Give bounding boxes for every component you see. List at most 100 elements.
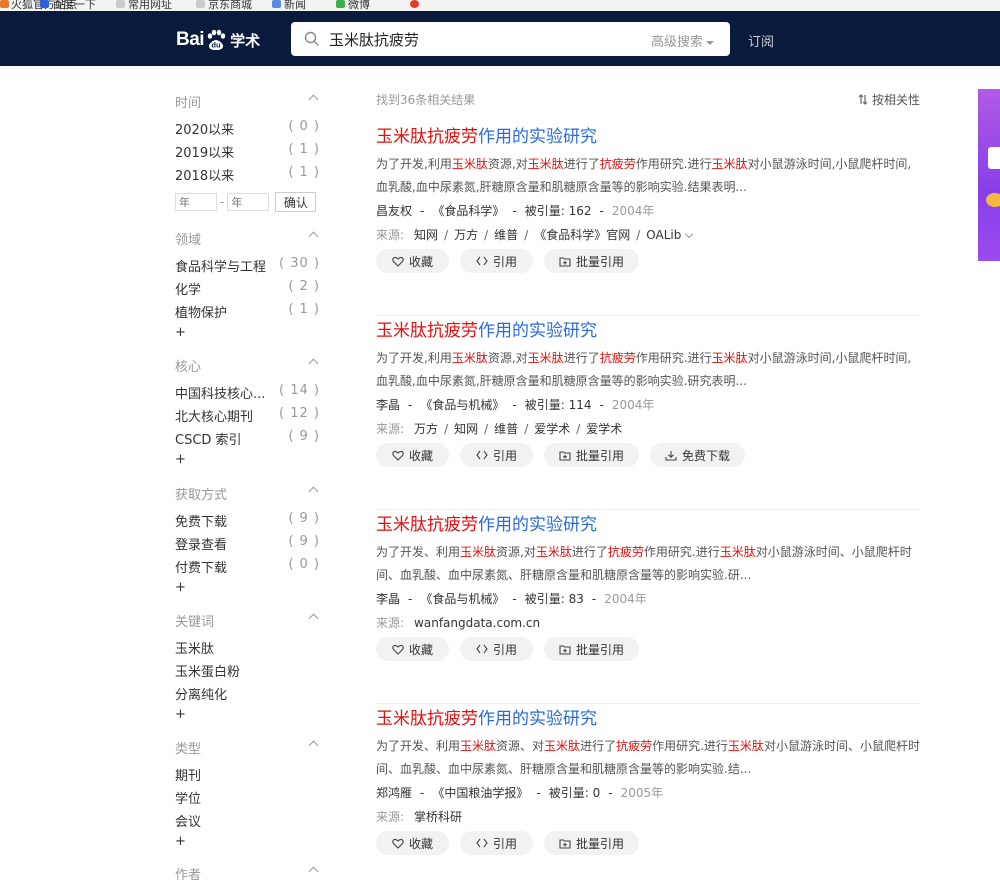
free-download-button[interactable]: 免费下载 <box>650 443 745 467</box>
cite-button[interactable]: 引用 <box>460 249 533 273</box>
download-icon <box>665 450 677 461</box>
source-link[interactable]: 万方 <box>414 422 438 436</box>
bookmark-item[interactable]: 京东商城 <box>208 0 252 11</box>
facet-item[interactable]: 2019以来 ( 1 ) <box>175 142 320 161</box>
chevron-up-icon[interactable] <box>308 866 319 877</box>
meta-separator: - <box>408 398 413 412</box>
cite-count[interactable]: 83 <box>569 592 584 606</box>
source-link[interactable]: OALib <box>646 228 681 242</box>
batch-cite-button[interactable]: 批量引用 <box>544 637 639 661</box>
facet-item-label: 学位 <box>175 792 202 807</box>
abstract-segment: 玉米肽 <box>451 157 488 171</box>
facet-item[interactable]: 2018以来 ( 1 ) <box>175 165 320 184</box>
result-title-link[interactable]: 玉米肽抗疲劳作用的实验研究 <box>376 122 597 147</box>
author-link[interactable]: 郑鸿雁 <box>376 786 412 800</box>
title-rest: 作用的实验研究 <box>478 127 597 147</box>
source-link[interactable]: 维普 <box>494 228 518 242</box>
abstract-segment: 玉米肽 <box>535 545 572 559</box>
collect-button[interactable]: 收藏 <box>376 831 449 855</box>
source-link[interactable]: 知网 <box>414 228 438 242</box>
chevron-up-icon[interactable] <box>308 613 319 624</box>
facet-item[interactable]: 学位 <box>175 788 320 807</box>
confirm-button[interactable]: 确认 <box>275 192 317 212</box>
batch-cite-button[interactable]: 批量引用 <box>544 831 639 855</box>
source-link[interactable]: 掌桥科研 <box>414 810 462 824</box>
facet-item[interactable]: 中国科技核心... ( 14 ) <box>175 383 320 402</box>
expand-more-button[interactable]: + <box>175 834 186 849</box>
source-link[interactable]: 万方 <box>454 228 478 242</box>
expand-more-button[interactable]: + <box>175 452 186 467</box>
facet-item-label: 化学 <box>175 283 202 298</box>
facet-item[interactable]: 付费下载 ( 0 ) <box>175 557 320 576</box>
author-link[interactable]: 昌友权 <box>376 204 412 218</box>
cite-button[interactable]: 引用 <box>460 443 533 467</box>
expand-more-button[interactable]: + <box>175 580 186 595</box>
facet-item[interactable]: 化学 ( 2 ) <box>175 279 320 298</box>
source-link[interactable]: 爱学术 <box>534 422 570 436</box>
facet-item[interactable]: 2020以来 ( 0 ) <box>175 119 320 138</box>
abstract-segment: 抗疲劳 <box>599 157 636 171</box>
collect-button[interactable]: 收藏 <box>376 637 449 661</box>
facet-item[interactable]: 分离纯化 <box>175 684 320 703</box>
bookmark-item[interactable]: 百度一下 <box>52 0 96 11</box>
chevron-up-icon[interactable] <box>308 231 319 242</box>
facet-item[interactable]: 北大核心期刊 ( 12 ) <box>175 406 320 425</box>
bookmark-item[interactable]: 常用网址 <box>128 0 172 11</box>
facet-item[interactable]: 期刊 <box>175 765 320 784</box>
facet-item[interactable]: 玉米蛋白粉 <box>175 661 320 680</box>
source-link[interactable]: 爱学术 <box>586 422 622 436</box>
bookmark-item[interactable]: 微博 <box>348 0 370 11</box>
journal-link[interactable]: 《食品科学》 <box>432 204 504 218</box>
journal-link[interactable]: 《食品与机械》 <box>420 398 504 412</box>
search-icon[interactable] <box>304 31 320 51</box>
cite-button[interactable]: 引用 <box>460 637 533 661</box>
cite-button[interactable]: 引用 <box>460 831 533 855</box>
facet-item[interactable]: 植物保护 ( 1 ) <box>175 302 320 321</box>
facet-item[interactable]: 免费下载 ( 9 ) <box>175 511 320 530</box>
bookmarks-bar: 火狐官方站点 百度一下 常用网址 京东商城 新闻 微博 <box>0 0 1000 11</box>
action-label: 批量引用 <box>575 836 624 851</box>
chevron-up-icon[interactable] <box>308 486 319 497</box>
result-title-link[interactable]: 玉米肽抗疲劳作用的实验研究 <box>376 704 597 729</box>
abstract-segment: 玉米肽 <box>451 351 488 365</box>
cite-count[interactable]: 114 <box>569 398 592 412</box>
cite-count[interactable]: 162 <box>569 204 592 218</box>
bookmark-item[interactable]: 新闻 <box>284 0 306 11</box>
source-link[interactable]: 《食品科学》官网 <box>534 228 630 242</box>
search-input[interactable] <box>329 26 629 52</box>
journal-link[interactable]: 《食品与机械》 <box>420 592 504 606</box>
chevron-down-icon[interactable] <box>685 229 694 239</box>
sort-by-relevance[interactable]: 按相关性 <box>858 91 920 108</box>
chevron-up-icon[interactable] <box>308 740 319 751</box>
facet-item[interactable]: 食品科学与工程 ( 30 ) <box>175 256 320 275</box>
year-to-input[interactable] <box>227 193 270 211</box>
batch-cite-button[interactable]: 批量引用 <box>544 443 639 467</box>
year-from-input[interactable] <box>175 193 217 211</box>
subscribe-link[interactable]: 订阅 <box>748 31 774 50</box>
source-link[interactable]: 维普 <box>494 422 518 436</box>
baidu-xueshu-logo[interactable]: Bai du 学术 <box>176 28 260 52</box>
author-link[interactable]: 李晶 <box>376 398 400 412</box>
source-link[interactable]: 知网 <box>454 422 478 436</box>
facet-item[interactable]: 玉米肽 <box>175 638 320 657</box>
cite-count[interactable]: 0 <box>593 786 601 800</box>
source-link[interactable]: wanfangdata.com.cn <box>414 616 540 630</box>
advanced-search-dropdown[interactable]: 高级搜索 <box>651 31 714 50</box>
chevron-up-icon[interactable] <box>308 94 319 105</box>
result-title-link[interactable]: 玉米肽抗疲劳作用的实验研究 <box>376 316 597 341</box>
expand-more-button[interactable]: + <box>175 325 186 340</box>
facet-item[interactable]: CSCD 索引 ( 9 ) <box>175 429 320 448</box>
collect-button[interactable]: 收藏 <box>376 443 449 467</box>
facet-item[interactable]: 登录查看 ( 9 ) <box>175 534 320 553</box>
promo-banner[interactable] <box>978 89 1000 261</box>
expand-more-button[interactable]: + <box>175 707 186 722</box>
result-title-link[interactable]: 玉米肽抗疲劳作用的实验研究 <box>376 510 597 535</box>
journal-link[interactable]: 《中国粮油学报》 <box>432 786 528 800</box>
collect-button[interactable]: 收藏 <box>376 249 449 273</box>
author-link[interactable]: 李晶 <box>376 592 400 606</box>
chevron-up-icon[interactable] <box>308 358 319 369</box>
source-label: 来源: <box>376 616 405 630</box>
facet-item[interactable]: 会议 <box>175 811 320 830</box>
batch-cite-button[interactable]: 批量引用 <box>544 249 639 273</box>
title-rest: 作用的实验研究 <box>478 515 597 535</box>
